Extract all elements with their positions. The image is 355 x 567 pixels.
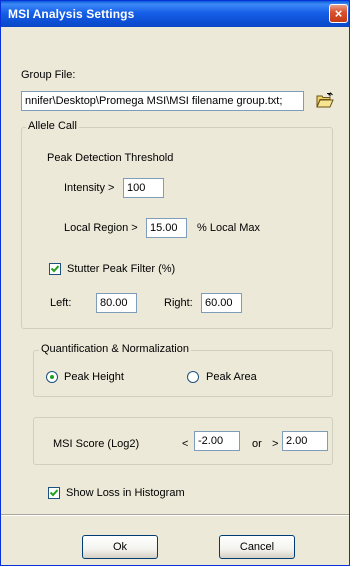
peak-detection-label: Peak Detection Threshold: [47, 152, 174, 164]
right-input[interactable]: 60.00: [201, 293, 242, 313]
peak-area-label: Peak Area: [206, 371, 257, 383]
local-max-label: % Local Max: [197, 222, 260, 234]
peak-height-label: Peak Height: [64, 371, 124, 383]
allele-call-legend: Allele Call: [26, 120, 79, 132]
msi-score-high-input[interactable]: 2.00: [282, 431, 328, 451]
left-label: Left:: [50, 297, 72, 309]
local-region-input[interactable]: 15.00: [146, 218, 187, 238]
stutter-filter-label: Stutter Peak Filter (%): [67, 263, 176, 275]
less-than-symbol: <: [182, 438, 189, 450]
show-loss-label: Show Loss in Histogram: [66, 487, 185, 499]
button-separator: [1, 514, 349, 516]
stutter-filter-checkbox[interactable]: [49, 263, 61, 275]
peak-area-radio[interactable]: [187, 371, 199, 383]
group-file-input[interactable]: nnifer\Desktop\Promega MSI\MSI filename …: [21, 91, 304, 111]
greater-than-symbol: >: [272, 438, 279, 450]
checkmark-icon: [51, 265, 59, 273]
msi-analysis-settings-dialog: MSI Analysis Settings × Group File: nnif…: [0, 0, 350, 566]
title-bar[interactable]: MSI Analysis Settings ×: [1, 1, 349, 27]
close-button[interactable]: ×: [329, 4, 348, 23]
local-region-label: Local Region >: [64, 222, 138, 234]
msi-score-low-input[interactable]: -2.00: [194, 431, 240, 451]
right-label: Right:: [164, 297, 193, 309]
window-title: MSI Analysis Settings: [8, 7, 135, 21]
cancel-button[interactable]: Cancel: [219, 535, 295, 559]
msi-score-label: MSI Score (Log2): [53, 438, 140, 450]
intensity-label: Intensity >: [64, 182, 115, 194]
ok-button[interactable]: Ok: [82, 535, 158, 559]
group-file-label: Group File:: [21, 69, 76, 81]
open-folder-icon: [316, 92, 334, 108]
show-loss-checkbox[interactable]: [48, 487, 60, 499]
peak-height-radio[interactable]: [46, 371, 58, 383]
or-label: or: [252, 438, 262, 450]
left-input[interactable]: 80.00: [96, 293, 137, 313]
intensity-input[interactable]: 100: [123, 178, 164, 198]
browse-button[interactable]: [314, 90, 336, 112]
checkmark-icon: [50, 489, 58, 497]
close-icon: ×: [334, 6, 343, 21]
radio-selected-dot: [50, 375, 54, 379]
quantification-legend: Quantification & Normalization: [39, 343, 191, 355]
